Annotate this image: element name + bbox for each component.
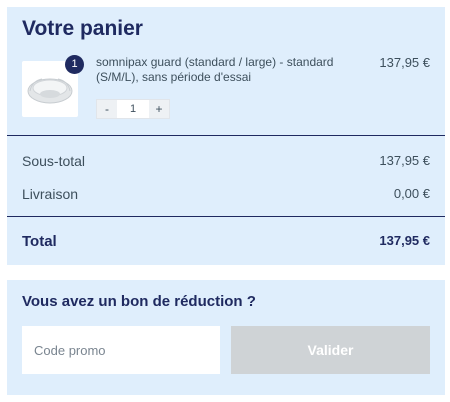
promo-panel: Vous avez un bon de réduction ? Valider	[7, 280, 445, 395]
subtotal-row: Sous-total 137,95 €	[22, 153, 430, 169]
product-name: somnipax guard (standard / large) - stan…	[96, 55, 334, 84]
promo-code-input[interactable]	[22, 326, 220, 374]
quantity-value[interactable]: 1	[117, 100, 149, 118]
total-label: Total	[22, 233, 57, 250]
apply-promo-button[interactable]: Valider	[231, 326, 430, 374]
divider	[7, 216, 445, 217]
divider	[7, 135, 445, 136]
cart-panel: Votre panier 1 somnipax guard (standard …	[7, 7, 445, 265]
total-value: 137,95 €	[379, 233, 430, 248]
shipping-label: Livraison	[22, 186, 79, 202]
quantity-stepper: - 1 +	[96, 99, 170, 119]
product-price: 137,95 €	[379, 55, 430, 70]
cart-title: Votre panier	[22, 17, 143, 40]
total-row: Total 137,95 €	[22, 233, 430, 250]
increase-quantity-button[interactable]: +	[149, 100, 169, 118]
shipping-value: 0,00 €	[393, 186, 430, 201]
quantity-badge: 1	[65, 55, 84, 74]
subtotal-label: Sous-total	[22, 153, 86, 169]
subtotal-value: 137,95 €	[379, 153, 430, 168]
cart-item: 1 somnipax guard (standard / large) - st…	[7, 55, 445, 135]
decrease-quantity-button[interactable]: -	[97, 100, 117, 118]
shipping-row: Livraison 0,00 €	[22, 186, 430, 202]
promo-title: Vous avez un bon de réduction ?	[22, 293, 256, 310]
